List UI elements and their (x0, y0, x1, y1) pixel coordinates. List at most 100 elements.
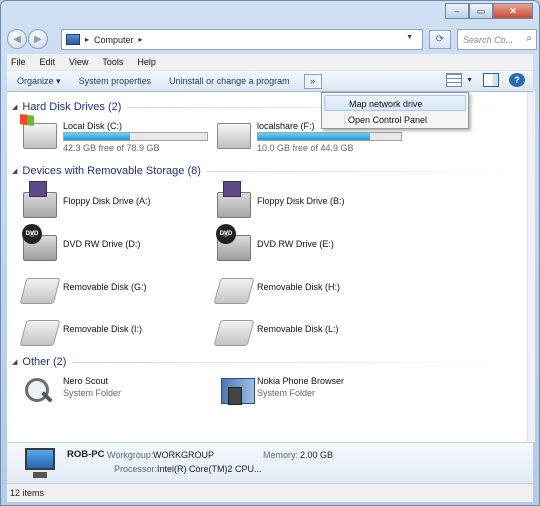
preview-pane-icon[interactable] (483, 73, 499, 87)
navigation-bar: ◀ ▶ ▸ Computer ▸ ▼ ⟳ Search Co... ⌕ (7, 27, 537, 51)
command-bar: Organize ▾ System properties Uninstall o… (7, 71, 533, 92)
search-placeholder: Search Co... (463, 34, 514, 45)
menu-help[interactable]: Help (137, 57, 156, 67)
drive-item-b[interactable]: Floppy Disk Drive (B:) (207, 181, 397, 222)
help-icon[interactable]: ? (509, 73, 525, 87)
menu-bar: File Edit View Tools Help (7, 54, 533, 71)
vertical-scrollbar[interactable] (527, 92, 535, 442)
drive-free-space: 10.0 GB free of 44.9 GB (257, 143, 354, 153)
open-control-panel-item[interactable]: Open Control Panel (324, 112, 466, 128)
magnifier-icon (23, 378, 57, 404)
drive-usage-bar (257, 132, 402, 141)
removable-disk-icon (19, 278, 61, 304)
drive-name: DVD RW Drive (D:) (63, 239, 141, 249)
overflow-menu: Map network drive Open Control Panel (321, 92, 469, 129)
back-arrow-icon: ◀ (13, 33, 21, 45)
group-title: Hard Disk Drives (2) (22, 101, 122, 113)
workgroup-value: WORKGROUP (153, 450, 215, 460)
floppy-icon (217, 181, 251, 218)
item-count: 12 items (10, 488, 45, 498)
group-other[interactable]: ◢ Other (2) (12, 354, 517, 370)
uninstall-program-button[interactable]: Uninstall or change a program (169, 76, 290, 86)
forward-arrow-icon: ▶ (34, 33, 42, 45)
group-removable-storage[interactable]: ◢ Devices with Removable Storage (8) (12, 163, 517, 179)
drive-name: Removable Disk (G:) (63, 282, 147, 292)
windows-drive-icon (23, 123, 57, 149)
menu-edit[interactable]: Edit (40, 57, 56, 67)
drive-usage-fill (258, 133, 370, 140)
computer-icon (66, 34, 80, 45)
more-commands-button[interactable]: » (303, 73, 322, 89)
caption-buttons: – ▭ ✕ (445, 3, 533, 19)
maximize-button[interactable]: ▭ (469, 3, 493, 19)
collapse-triangle-icon[interactable]: ◢ (12, 358, 17, 366)
chevron-down-icon: ▾ (56, 75, 61, 86)
memory-value: 2.00 GB (300, 450, 334, 460)
dvd-drive-icon (216, 224, 251, 261)
drive-name: Removable Disk (H:) (257, 282, 341, 292)
drive-name: DVD RW Drive (E:) (257, 239, 334, 249)
drive-name: localshare (F:) (257, 121, 315, 131)
drive-item-h[interactable]: Removable Disk (H:) (207, 274, 397, 308)
computer-monitor-icon (25, 448, 55, 478)
map-network-drive-item[interactable]: Map network drive (324, 95, 466, 111)
drive-item-g[interactable]: Removable Disk (G:) (13, 274, 203, 308)
minimize-button[interactable]: – (445, 3, 469, 19)
drive-name: Local Disk (C:) (63, 121, 123, 131)
breadcrumb-chevron-icon[interactable]: ▸ (139, 35, 143, 44)
folder-type: System Folder (63, 388, 122, 398)
drive-item-a[interactable]: Floppy Disk Drive (A:) (13, 181, 203, 222)
group-divider (206, 170, 517, 172)
removable-disk-icon (213, 278, 255, 304)
view-controls: ▼ ? (436, 73, 525, 87)
menu-view[interactable]: View (69, 57, 88, 67)
file-list-view[interactable]: ◢ Hard Disk Drives (2) Local Disk (C:) 4… (7, 92, 527, 442)
collapse-triangle-icon[interactable]: ◢ (12, 103, 17, 111)
folder-item-nokia-phone-browser[interactable]: Nokia Phone Browser System Folder (207, 374, 397, 408)
drive-free-space: 42.3 GB free of 78.9 GB (63, 143, 160, 153)
drive-item-i[interactable]: Removable Disk (I:) (13, 316, 203, 350)
status-bar: 12 items (7, 483, 533, 502)
drive-item-d[interactable]: DVD RW Drive (D:) (13, 224, 203, 265)
refresh-button[interactable]: ⟳ (429, 30, 451, 49)
organize-button[interactable]: Organize ▾ (17, 76, 61, 87)
explorer-window: – ▭ ✕ ◀ ▶ ▸ Computer ▸ ▼ ⟳ Search Co... … (0, 0, 540, 506)
forward-button[interactable]: ▶ (28, 29, 48, 49)
drive-name: Removable Disk (I:) (63, 324, 143, 334)
menu-tools[interactable]: Tools (102, 57, 123, 67)
drive-name: Floppy Disk Drive (A:) (63, 196, 151, 206)
drive-name: Removable Disk (L:) (257, 324, 339, 334)
group-divider (72, 361, 517, 363)
breadcrumb-computer[interactable]: Computer (94, 35, 134, 45)
group-title: Other (2) (22, 356, 67, 368)
floppy-icon (23, 181, 57, 218)
close-button[interactable]: ✕ (493, 3, 533, 19)
drive-item-l[interactable]: Removable Disk (L:) (207, 316, 397, 350)
back-button[interactable]: ◀ (7, 29, 27, 49)
folder-name: Nokia Phone Browser (257, 376, 345, 386)
processor-label: Processor: (114, 464, 158, 474)
search-input[interactable]: Search Co... ⌕ (457, 29, 537, 50)
workgroup-label: Workgroup: (107, 450, 154, 460)
folder-name: Nero Scout (63, 376, 109, 386)
refresh-icon: ⟳ (435, 34, 445, 45)
removable-disk-icon (19, 320, 61, 346)
folder-item-nero-scout[interactable]: Nero Scout System Folder (13, 374, 203, 408)
change-view-icon[interactable] (446, 73, 463, 87)
drive-item-e[interactable]: DVD RW Drive (E:) (207, 224, 397, 265)
processor-value: Intel(R) Core(TM)2 CPU... (157, 464, 262, 474)
organize-label: Organize (17, 75, 54, 86)
removable-disk-icon (213, 320, 255, 346)
address-bar[interactable]: ▸ Computer ▸ ▼ (61, 29, 423, 50)
pc-name: ROB-PC (67, 449, 105, 460)
drive-usage-fill (64, 133, 130, 140)
search-icon[interactable]: ⌕ (526, 33, 532, 44)
system-properties-button[interactable]: System properties (79, 76, 152, 86)
address-dropdown-icon[interactable]: ▼ (406, 34, 413, 41)
drive-item-c[interactable]: Local Disk (C:) 42.3 GB free of 78.9 GB (13, 119, 208, 153)
menu-file[interactable]: File (11, 57, 26, 67)
phone-browser-icon (221, 378, 255, 405)
view-dropdown-icon[interactable]: ▼ (466, 77, 473, 84)
collapse-triangle-icon[interactable]: ◢ (12, 167, 17, 175)
details-pane: ROB-PC Workgroup: WORKGROUP Memory: 2.00… (7, 442, 533, 483)
